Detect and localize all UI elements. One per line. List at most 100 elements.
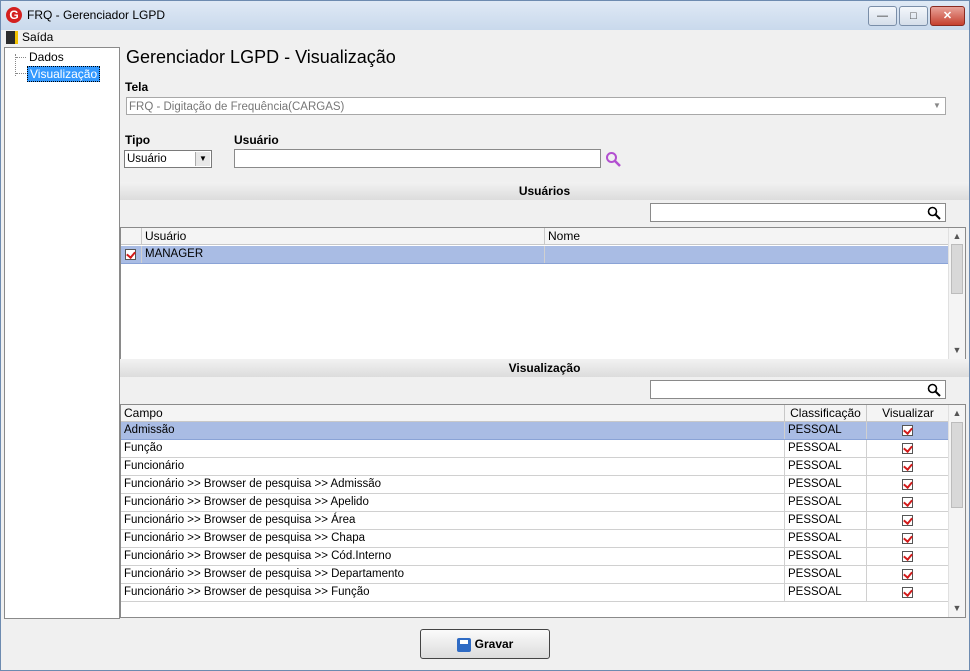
chevron-down-icon[interactable]: ▼ [930, 99, 944, 113]
table-row[interactable]: Funcionário >> Browser de pesquisa >> Ch… [121, 530, 950, 548]
cell-classificacao: PESSOAL [785, 476, 867, 493]
cell-visualizar[interactable] [867, 530, 950, 547]
tree-connector [16, 57, 26, 58]
grid-header-classificacao[interactable]: Classificação [785, 405, 867, 422]
menu-bar: Saída [1, 30, 969, 46]
scrollbar-thumb[interactable] [951, 422, 963, 508]
cell-visualizar[interactable] [867, 584, 950, 601]
floppy-disk-icon [456, 637, 471, 652]
close-button[interactable]: ✕ [930, 6, 965, 26]
table-row[interactable]: Admissão PESSOAL [121, 422, 950, 440]
exit-menu-item[interactable]: Saída [6, 30, 53, 46]
cell-campo: Funcionário [121, 458, 785, 475]
visualizar-checkbox[interactable] [902, 425, 913, 436]
table-row[interactable]: Funcionário >> Browser de pesquisa >> Ap… [121, 494, 950, 512]
usuarios-grid: Usuário Nome MANAGER ▲ ▼ [120, 227, 966, 360]
table-row[interactable]: Funcionário >> Browser de pesquisa >> De… [121, 566, 950, 584]
cell-classificacao: PESSOAL [785, 548, 867, 565]
row-checkbox[interactable] [125, 249, 136, 260]
cell-visualizar[interactable] [867, 422, 950, 439]
cell-campo: Funcionário >> Browser de pesquisa >> Ch… [121, 530, 785, 547]
cell-classificacao: PESSOAL [785, 512, 867, 529]
scrollbar-thumb[interactable] [951, 244, 963, 294]
grid-header-campo[interactable]: Campo [121, 405, 785, 422]
cell-campo: Funcionário >> Browser de pesquisa >> Ár… [121, 512, 785, 529]
tipo-value: Usuário [127, 153, 167, 165]
cell-campo: Funcionário >> Browser de pesquisa >> Fu… [121, 584, 785, 601]
visualizar-checkbox[interactable] [902, 515, 913, 526]
cell-campo: Funcionário >> Browser de pesquisa >> De… [121, 566, 785, 583]
title-bar: G FRQ - Gerenciador LGPD — □ ✕ [1, 1, 969, 30]
scroll-down-icon[interactable]: ▼ [949, 342, 965, 358]
tree-item-dados[interactable]: Dados [27, 50, 66, 64]
tree-connector [16, 73, 26, 74]
cell-visualizar[interactable] [867, 512, 950, 529]
exit-door-icon [6, 31, 18, 45]
cell-visualizar[interactable] [867, 548, 950, 565]
visualizar-checkbox[interactable] [902, 533, 913, 544]
scroll-down-icon[interactable]: ▼ [949, 600, 965, 616]
tree-item-visualizacao[interactable]: Visualização [27, 66, 101, 82]
tela-combobox[interactable]: FRQ - Digitação de Frequência(CARGAS) ▼ [126, 97, 946, 115]
vertical-scrollbar[interactable]: ▲ ▼ [948, 405, 965, 617]
chevron-down-icon[interactable]: ▼ [195, 152, 210, 166]
table-row[interactable]: Funcionário PESSOAL [121, 458, 950, 476]
cell-campo: Função [121, 440, 785, 457]
usuarios-section-header: Usuários [120, 182, 969, 200]
visualizacao-grid: Campo Classificação Visualizar Admissão … [120, 404, 966, 618]
tipo-combobox[interactable]: Usuário ▼ [124, 150, 212, 168]
cell-classificacao: PESSOAL [785, 440, 867, 457]
row-checkbox-cell[interactable] [121, 246, 142, 263]
navigation-tree: Dados Visualização [4, 47, 120, 619]
table-row[interactable]: Função PESSOAL [121, 440, 950, 458]
visualizar-checkbox[interactable] [902, 461, 913, 472]
visualizar-checkbox[interactable] [902, 569, 913, 580]
search-icon[interactable] [927, 383, 941, 397]
visualizar-checkbox[interactable] [902, 551, 913, 562]
table-row[interactable]: Funcionário >> Browser de pesquisa >> Ár… [121, 512, 950, 530]
cell-campo: Funcionário >> Browser de pesquisa >> Ap… [121, 494, 785, 511]
cell-classificacao: PESSOAL [785, 566, 867, 583]
cell-classificacao: PESSOAL [785, 422, 867, 439]
table-row[interactable]: Funcionário >> Browser de pesquisa >> Fu… [121, 584, 950, 602]
grid-header-check [121, 228, 142, 245]
usuarios-filter-input[interactable] [650, 203, 946, 222]
cell-visualizar[interactable] [867, 476, 950, 493]
visualizacao-filter-input[interactable] [650, 380, 946, 399]
usuario-label: Usuário [234, 133, 279, 147]
maximize-button[interactable]: □ [899, 6, 928, 26]
scroll-up-icon[interactable]: ▲ [949, 228, 965, 244]
visualizar-checkbox[interactable] [902, 443, 913, 454]
vertical-scrollbar[interactable]: ▲ ▼ [948, 228, 965, 359]
table-row[interactable]: Funcionário >> Browser de pesquisa >> Ad… [121, 476, 950, 494]
cell-visualizar[interactable] [867, 494, 950, 511]
search-icon[interactable] [605, 151, 621, 167]
grid-header-nome[interactable]: Nome [545, 228, 950, 245]
cell-usuario: MANAGER [142, 246, 545, 263]
content-area: Dados Visualização Gerenciador LGPD - Vi… [1, 46, 969, 670]
page-title: Gerenciador LGPD - Visualização [126, 47, 396, 67]
cell-classificacao: PESSOAL [785, 584, 867, 601]
cell-campo: Funcionário >> Browser de pesquisa >> Ad… [121, 476, 785, 493]
visualizar-checkbox[interactable] [902, 497, 913, 508]
cell-nome [545, 246, 950, 263]
table-row[interactable]: MANAGER [121, 246, 950, 264]
search-icon[interactable] [927, 206, 941, 220]
visualizar-checkbox[interactable] [902, 587, 913, 598]
minimize-button[interactable]: — [868, 6, 897, 26]
grid-header-visualizar[interactable]: Visualizar [867, 405, 950, 422]
table-row[interactable]: Funcionário >> Browser de pesquisa >> Có… [121, 548, 950, 566]
scroll-up-icon[interactable]: ▲ [949, 405, 965, 421]
tipo-label: Tipo [125, 133, 151, 147]
cell-visualizar[interactable] [867, 458, 950, 475]
save-button[interactable]: Gravar [420, 629, 550, 659]
visualizar-checkbox[interactable] [902, 479, 913, 490]
grid-header-usuario[interactable]: Usuário [142, 228, 545, 245]
usuario-input[interactable] [234, 149, 601, 168]
cell-campo: Admissão [121, 422, 785, 439]
cell-visualizar[interactable] [867, 566, 950, 583]
exit-menu-label: Saída [22, 30, 54, 44]
cell-classificacao: PESSOAL [785, 530, 867, 547]
cell-visualizar[interactable] [867, 440, 950, 457]
main-panel: Gerenciador LGPD - Visualização Tela FRQ… [120, 46, 969, 620]
